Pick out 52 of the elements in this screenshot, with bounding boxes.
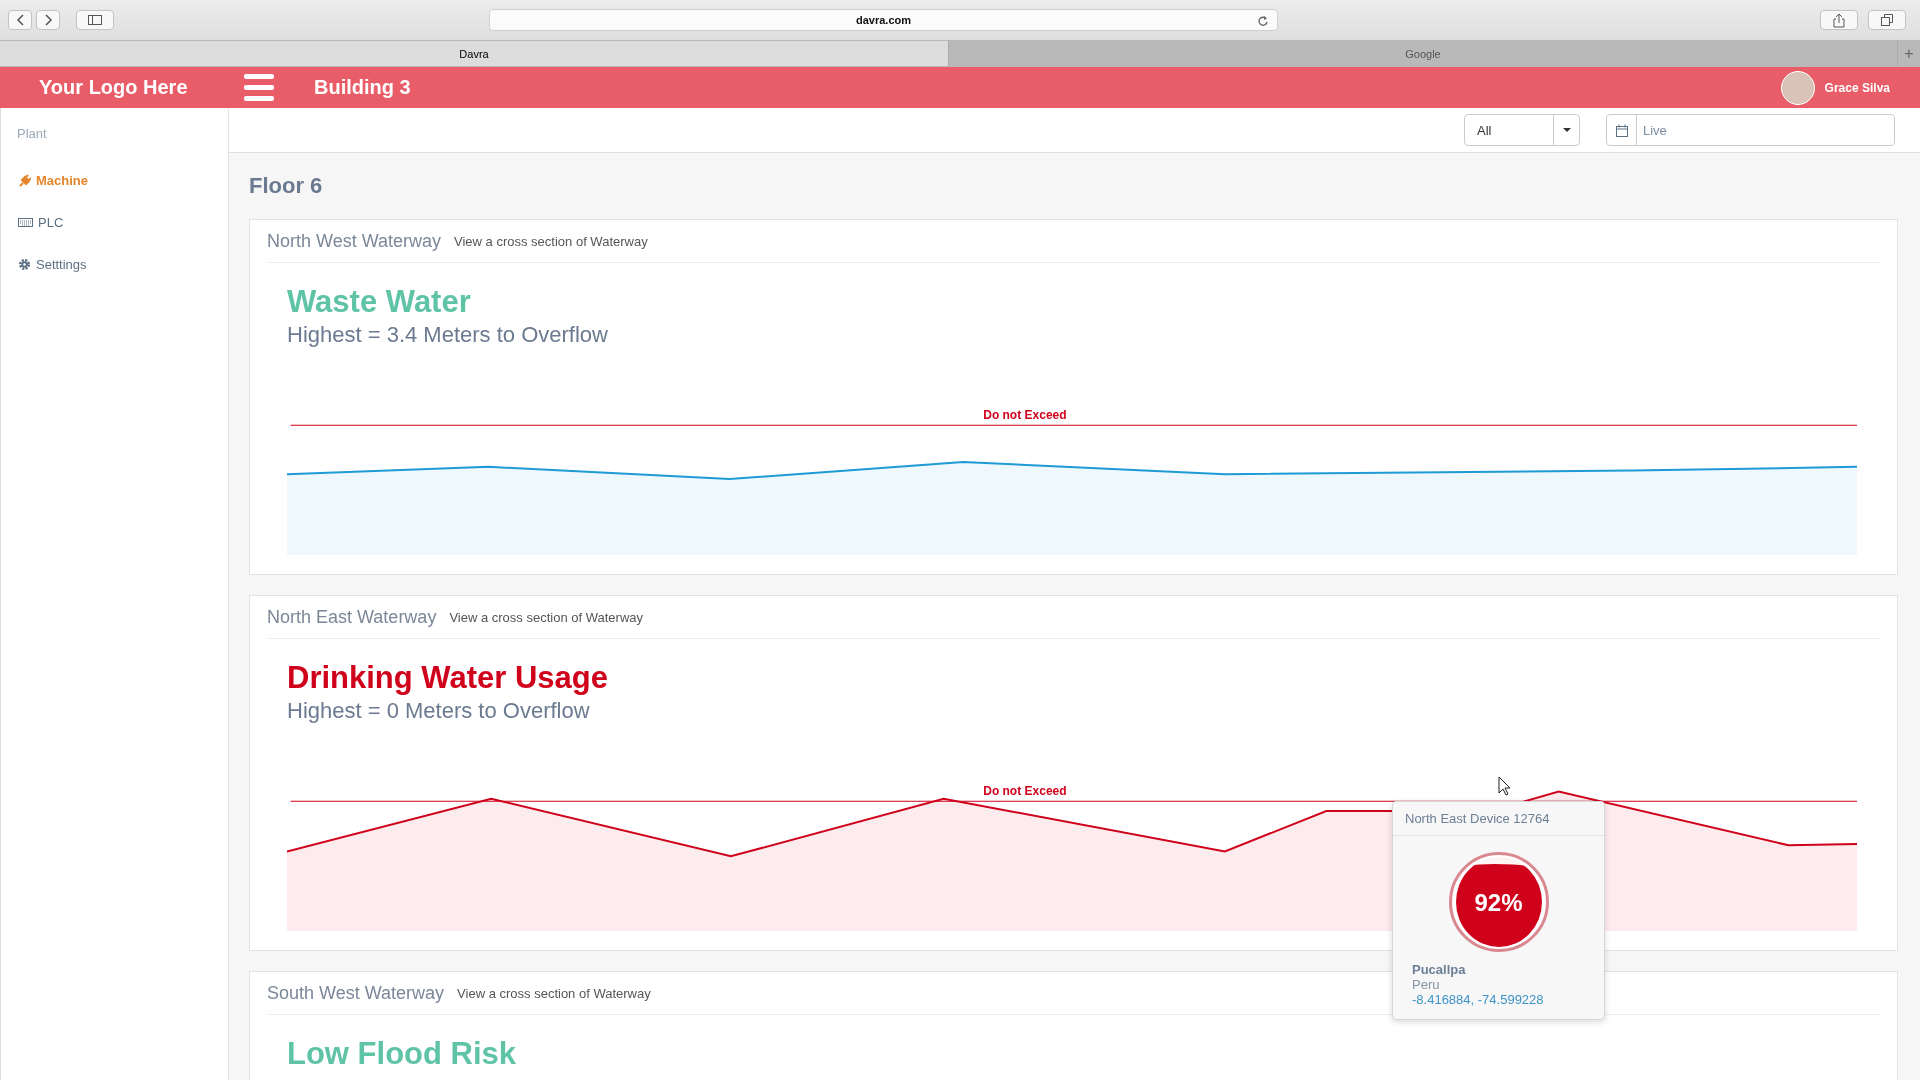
limit-label: Do not Exceed (983, 408, 1067, 422)
tabs-icon (1881, 14, 1893, 26)
tooltip-title: North East Device 12764 (1393, 802, 1604, 836)
chevron-left-icon (15, 14, 25, 26)
cross-section-link[interactable]: View a cross section of Waterway (454, 233, 648, 249)
sidebar-item[interactable]: Machine (1, 159, 228, 201)
section-heading: Plant (16, 126, 48, 143)
forward-button[interactable] (36, 10, 60, 30)
cross-section-link[interactable]: View a cross section of Waterway (457, 985, 651, 1001)
browser-tab[interactable]: Davra (0, 41, 949, 66)
menu-icon[interactable] (244, 74, 274, 101)
logo-text[interactable]: Your Logo Here (39, 76, 244, 99)
coordinates: -8.416884, -74.599228 (1412, 992, 1545, 1007)
chevron-right-icon (43, 14, 53, 26)
city-name: Pucallpa (1412, 962, 1467, 977)
caret-icon (1562, 128, 1571, 132)
page-heading: Building 3 (314, 76, 411, 99)
cursor-icon (1498, 776, 1512, 796)
sidebar-icon (88, 15, 102, 25)
card-title: North East Waterway (267, 606, 437, 628)
share-button[interactable] (1820, 10, 1858, 30)
metric-subtitle: Highest = 3.4 Meters to Overflow (287, 321, 609, 349)
metric-title: Waste Water (287, 283, 472, 321)
new-tab-button[interactable]: + (1898, 41, 1920, 66)
card-title: South West Waterway (267, 982, 445, 1004)
tabs-button[interactable] (1868, 10, 1906, 30)
address-bar[interactable]: davra.com (489, 9, 1278, 31)
user-name[interactable]: Grace Silva (1824, 80, 1890, 95)
metric-title: Drinking Water Usage (287, 659, 609, 697)
card-title: North West Waterway (267, 230, 442, 252)
settings-icon (18, 257, 31, 271)
metric-subtitle: Highest = 0 Meters to Overflow (287, 697, 591, 725)
plug-icon (18, 173, 31, 187)
sidebar-item[interactable]: PLC (1, 201, 228, 243)
date-field[interactable]: Live (1606, 114, 1895, 146)
limit-label: Do not Exceed (983, 784, 1067, 798)
metric-title: Low Flood Risk (287, 1035, 518, 1073)
sidebar-item[interactable]: Setttings (1, 243, 228, 285)
gauge-reading: 92% (1473, 889, 1524, 917)
keyboard-icon (18, 215, 33, 229)
filter-select[interactable]: All (1464, 114, 1580, 146)
reload-icon[interactable] (1258, 15, 1269, 26)
country-name: Peru (1412, 977, 1441, 992)
avatar[interactable] (1780, 70, 1815, 105)
date-input[interactable]: Live (1637, 115, 1894, 145)
sidebar-button[interactable] (76, 10, 114, 30)
floor-heading: Floor 6 (249, 173, 324, 199)
share-icon (1833, 12, 1845, 28)
browser-tab[interactable]: Google (949, 41, 1898, 66)
cross-section-link[interactable]: View a cross section of Waterway (449, 609, 644, 625)
calendar-icon (1615, 123, 1628, 137)
back-button[interactable] (8, 10, 32, 30)
